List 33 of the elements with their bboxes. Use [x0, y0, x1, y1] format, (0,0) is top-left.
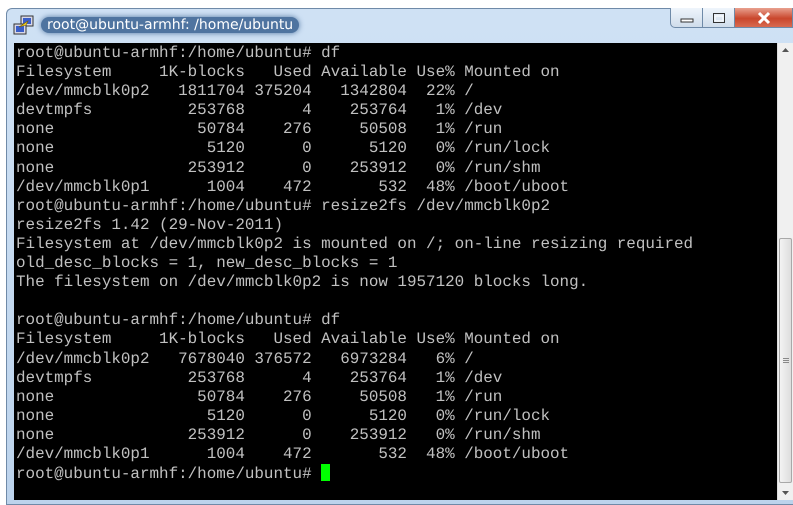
scroll-up-icon[interactable] [782, 48, 789, 52]
terminal-line: /dev/mmcblk0p1 1004 472 532 48% /boot/uboot [16, 444, 570, 463]
scrollbar-thumb[interactable] [779, 238, 792, 483]
terminal-line: devtmpfs 253768 4 253764 1% /dev [16, 368, 502, 387]
terminal-line: none 253912 0 253912 0% /run/shm [16, 426, 540, 444]
terminal-line: Filesystem 1K-blocks Used Available Use% Mounted on [16, 330, 560, 348]
scrollbar[interactable] [777, 43, 793, 500]
terminal-line: old_desc_blocks = 1, new_desc_blocks = 1 [16, 254, 398, 272]
window-title: root@ubuntu-armhf: /home/ubuntu [41, 17, 300, 33]
terminal-line: none 5120 0 5120 0% /run/lock [16, 139, 550, 158]
terminal-line: /dev/mmcblk0p2 7678040 376572 6973284 6% / [16, 350, 474, 368]
maximize-button[interactable] [703, 8, 735, 28]
scroll-down-icon[interactable] [782, 491, 789, 495]
terminal-line: none 253912 0 253912 0% /run/shm [16, 158, 540, 177]
terminal-line: The filesystem on /dev/mmcblk0p2 is now 1957120 blocks long. [16, 273, 588, 292]
terminal-line: none 50784 276 50508 1% /run [16, 388, 502, 406]
terminal-line: root@ubuntu-armhf:/home/ubuntu# df [16, 44, 340, 62]
terminal-line: Filesystem 1K-blocks Used Available Use% Mounted on [16, 63, 560, 82]
terminal-line: Filesystem at /dev/mmcblk0p2 is mounted on /; on-line resizing required [16, 234, 694, 253]
terminal-line: none 5120 0 5120 0% /run/lock [16, 406, 550, 425]
close-icon [756, 10, 772, 24]
terminal-line: /dev/mmcblk0p1 1004 472 532 48% /boot/uboot [16, 178, 570, 196]
terminal-line: root@ubuntu-armhf:/home/ubuntu# df [16, 311, 340, 330]
terminal-line: none 50784 276 50508 1% /run [16, 120, 502, 138]
terminal-line: root@ubuntu-armhf:/home/ubuntu# resize2fs /dev/mmcblk0p2 [16, 196, 550, 215]
minimize-button[interactable] [670, 8, 703, 28]
terminal-line: resize2fs 1.42 (29-Nov-2011) [16, 216, 284, 234]
maximize-icon [712, 12, 726, 24]
terminal-line: root@ubuntu-armhf:/home/ubuntu# [16, 465, 313, 484]
close-button[interactable] [735, 8, 793, 28]
terminal-line: /dev/mmcblk0p2 1811704 375204 1342804 22% / [16, 82, 474, 100]
terminal-line: devtmpfs 253768 4 253764 1% /dev [16, 101, 502, 120]
computers-icon [13, 15, 35, 37]
